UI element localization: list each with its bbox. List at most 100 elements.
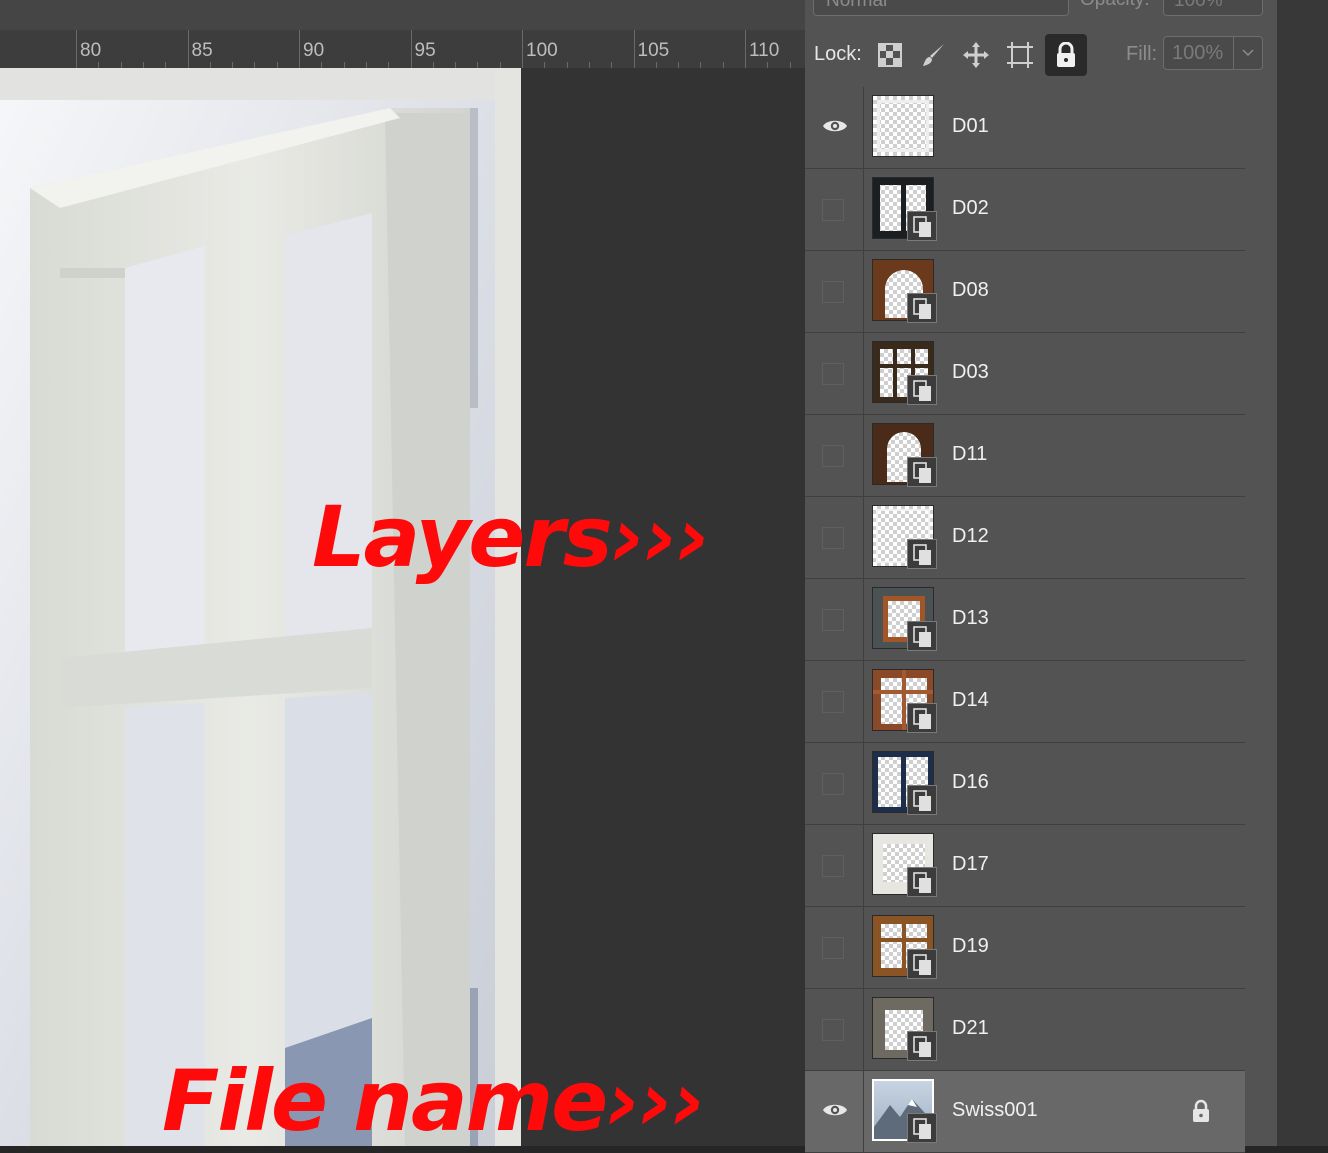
ruler-tick bbox=[745, 30, 746, 68]
ruler-label: 100 bbox=[526, 40, 558, 61]
smart-object-icon bbox=[907, 1031, 937, 1061]
visibility-toggle[interactable] bbox=[805, 579, 864, 660]
layer-name[interactable]: D12 bbox=[952, 525, 989, 548]
opacity-field[interactable]: 100% bbox=[1163, 0, 1263, 16]
fill-label: Fill: bbox=[1126, 43, 1158, 65]
layer-row[interactable]: D01 bbox=[805, 87, 1245, 169]
opacity-label: Opacity: bbox=[1080, 0, 1150, 14]
layer-row[interactable]: D17 bbox=[805, 825, 1245, 907]
visibility-toggle[interactable] bbox=[805, 497, 864, 578]
ruler-label: 105 bbox=[637, 40, 670, 61]
visibility-toggle[interactable] bbox=[805, 415, 864, 496]
visibility-box[interactable] bbox=[822, 445, 844, 467]
checkerboard-lock-icon[interactable] bbox=[873, 38, 907, 72]
panel-gutter bbox=[1277, 0, 1328, 1146]
brush-lock-icon[interactable] bbox=[917, 38, 951, 72]
horizontal-ruler: 80 85 90 95 100 105 110 bbox=[0, 30, 836, 69]
layer-row[interactable]: D19 bbox=[805, 907, 1245, 989]
file-name-annotation: File name››› bbox=[162, 1052, 706, 1150]
layer-row[interactable]: D03 bbox=[805, 333, 1245, 415]
layer-row[interactable]: D11 bbox=[805, 415, 1245, 497]
ruler-label: 85 bbox=[191, 40, 213, 61]
layer-row[interactable]: D14 bbox=[805, 661, 1245, 743]
smart-object-icon bbox=[907, 867, 937, 897]
lock-label: Lock: bbox=[814, 43, 862, 65]
layer-name[interactable]: D19 bbox=[952, 935, 989, 958]
eye-icon[interactable] bbox=[822, 1101, 848, 1124]
visibility-toggle[interactable] bbox=[805, 661, 864, 742]
layer-name[interactable]: D01 bbox=[952, 115, 989, 138]
visibility-toggle[interactable] bbox=[805, 907, 864, 988]
smart-object-icon bbox=[907, 621, 937, 651]
lock-row: Lock: Fill: 100% bbox=[805, 28, 1277, 82]
move-lock-icon[interactable] bbox=[959, 38, 993, 72]
layer-row-background[interactable]: Swiss001 bbox=[805, 1071, 1245, 1153]
ruler-label: 90 bbox=[303, 40, 325, 61]
layer-name[interactable]: D08 bbox=[952, 279, 989, 302]
ruler-tick bbox=[633, 30, 635, 68]
layer-row[interactable]: D16 bbox=[805, 743, 1245, 825]
ruler-label: 80 bbox=[80, 40, 102, 61]
layer-thumbnail[interactable] bbox=[872, 95, 934, 157]
window-image bbox=[0, 68, 521, 1146]
layer-name[interactable]: Swiss001 bbox=[952, 1099, 1038, 1122]
fill-value: 100% bbox=[1172, 42, 1224, 64]
visibility-box[interactable] bbox=[822, 281, 844, 303]
smart-object-icon bbox=[907, 293, 937, 323]
smart-object-icon bbox=[907, 703, 937, 733]
layer-row[interactable]: D13 bbox=[805, 579, 1245, 661]
visibility-toggle[interactable] bbox=[805, 1071, 864, 1152]
layer-name[interactable]: D02 bbox=[952, 197, 989, 220]
visibility-box[interactable] bbox=[822, 1019, 844, 1041]
ruler-label: 95 bbox=[414, 40, 436, 61]
layer-name[interactable]: D21 bbox=[952, 1017, 989, 1040]
layer-name[interactable]: D03 bbox=[952, 361, 989, 384]
layer-row[interactable]: D08 bbox=[805, 251, 1245, 333]
visibility-toggle[interactable] bbox=[805, 989, 864, 1070]
visibility-box[interactable] bbox=[822, 363, 844, 385]
opacity-value: 100% bbox=[1174, 0, 1223, 11]
fill-field[interactable]: 100% bbox=[1163, 36, 1263, 70]
visibility-box[interactable] bbox=[822, 199, 844, 221]
visibility-toggle[interactable] bbox=[805, 333, 864, 414]
layer-name[interactable]: D17 bbox=[952, 853, 989, 876]
layer-row[interactable]: D02 bbox=[805, 169, 1245, 251]
smart-object-icon bbox=[907, 539, 937, 569]
layer-name[interactable]: D13 bbox=[952, 607, 989, 630]
visibility-toggle[interactable] bbox=[805, 251, 864, 332]
smart-object-icon bbox=[907, 785, 937, 815]
ruler-tick bbox=[76, 30, 77, 68]
visibility-toggle[interactable] bbox=[805, 169, 864, 250]
smart-object-icon bbox=[907, 211, 937, 241]
ruler-tick bbox=[187, 30, 189, 68]
visibility-toggle[interactable] bbox=[805, 87, 864, 168]
layer-name[interactable]: D14 bbox=[952, 689, 989, 712]
lock-icon bbox=[1191, 1099, 1211, 1128]
layers-list: D01 D02 D08 D03 D11 D12 D13 D14 D16 D17 D19 D21 Swis… bbox=[805, 87, 1245, 1153]
layer-name[interactable]: D16 bbox=[952, 771, 989, 794]
ruler-tick bbox=[522, 30, 523, 68]
visibility-box[interactable] bbox=[822, 937, 844, 959]
ruler-label: 110 bbox=[749, 40, 780, 61]
layer-row[interactable]: D12 bbox=[805, 497, 1245, 579]
layer-row[interactable]: D21 bbox=[805, 989, 1245, 1071]
ruler-tick bbox=[410, 30, 412, 68]
smart-object-icon bbox=[907, 457, 937, 487]
eye-icon[interactable] bbox=[822, 117, 848, 140]
chevron-down-icon[interactable] bbox=[1233, 37, 1262, 69]
visibility-box[interactable] bbox=[822, 691, 844, 713]
artboard-lock-icon[interactable] bbox=[1003, 38, 1037, 72]
smart-object-icon bbox=[907, 1113, 937, 1143]
visibility-box[interactable] bbox=[822, 609, 844, 631]
blend-row: Normal Opacity: 100% bbox=[805, 0, 1277, 24]
visibility-toggle[interactable] bbox=[805, 825, 864, 906]
visibility-toggle[interactable] bbox=[805, 743, 864, 824]
smart-object-icon bbox=[907, 949, 937, 979]
visibility-box[interactable] bbox=[822, 855, 844, 877]
smart-object-icon bbox=[907, 375, 937, 405]
visibility-box[interactable] bbox=[822, 527, 844, 549]
blend-mode-select[interactable]: Normal bbox=[813, 0, 1069, 16]
visibility-box[interactable] bbox=[822, 773, 844, 795]
layer-name[interactable]: D11 bbox=[952, 443, 987, 466]
padlock-icon[interactable] bbox=[1045, 34, 1087, 76]
